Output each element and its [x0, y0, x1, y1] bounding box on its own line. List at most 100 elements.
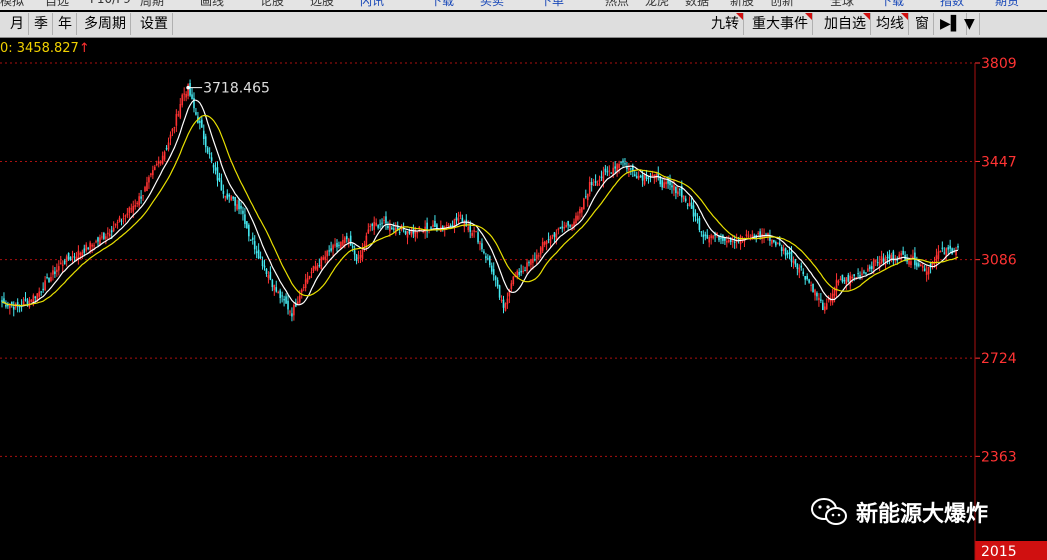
- candle-body: [902, 250, 904, 255]
- top-menu-item[interactable]: F10/F9: [90, 0, 131, 6]
- candle-body: [261, 260, 264, 267]
- top-menu-item[interactable]: 论股: [260, 0, 284, 9]
- candle-body: [812, 283, 814, 293]
- candle-body: [181, 94, 184, 106]
- settings-button[interactable]: 设置: [136, 13, 173, 35]
- candle-body: [675, 186, 677, 194]
- candle-body: [273, 285, 276, 291]
- candle-body: [298, 295, 301, 303]
- tab-month[interactable]: 月: [6, 13, 29, 35]
- candle-body: [126, 213, 129, 216]
- candle-body: [193, 97, 195, 109]
- candle-body: [506, 298, 509, 305]
- add-watchlist-button[interactable]: 加自选: [820, 13, 871, 35]
- top-menu-item[interactable]: 创新: [770, 0, 794, 9]
- top-menu-item[interactable]: 买卖: [480, 0, 504, 9]
- top-menu-item[interactable]: 数据: [685, 0, 709, 9]
- candle-body: [671, 185, 673, 188]
- candle-body: [537, 255, 540, 257]
- moving-average-button[interactable]: 均线: [872, 13, 909, 35]
- candle-body: [65, 256, 68, 262]
- candle-body: [365, 235, 368, 247]
- candle-body: [890, 255, 893, 259]
- candle-body: [130, 208, 133, 210]
- candle-body: [328, 250, 330, 252]
- candle-body: [89, 242, 91, 250]
- candle-body: [161, 155, 164, 164]
- candle-body: [637, 175, 640, 179]
- candle-body: [334, 244, 336, 246]
- candle-body: [639, 176, 642, 178]
- top-menu-item[interactable]: 选股: [310, 0, 334, 9]
- candle-body: [357, 257, 360, 259]
- candle-body: [628, 168, 630, 171]
- top-menu-item[interactable]: 全球: [830, 0, 854, 9]
- top-menu-item[interactable]: 新股: [730, 0, 754, 9]
- top-menu-item[interactable]: 下载: [880, 0, 904, 9]
- candle-body: [338, 244, 340, 246]
- candle-body: [800, 265, 803, 268]
- candle-body: [59, 262, 62, 265]
- candle-body: [416, 232, 419, 234]
- top-menu-item[interactable]: 画线: [200, 0, 224, 9]
- jiuzhuan-button[interactable]: 九转: [707, 13, 744, 35]
- candle-body: [923, 268, 926, 272]
- candle-body: [251, 237, 254, 240]
- candle-body: [792, 261, 795, 264]
- candle-body: [487, 258, 489, 260]
- candle-body: [878, 262, 881, 266]
- candle-body: [118, 217, 121, 222]
- candle-body: [445, 224, 448, 226]
- window-button[interactable]: 窗: [911, 13, 934, 35]
- tab-quarter[interactable]: 季: [30, 13, 53, 35]
- candle-body: [682, 195, 685, 200]
- top-menu-item[interactable]: 自选: [45, 0, 69, 9]
- candle-body: [218, 178, 221, 181]
- candle-body: [704, 234, 707, 236]
- candle-body: [46, 277, 48, 279]
- top-menu-item[interactable]: 模拟: [0, 0, 24, 9]
- candle-body: [389, 224, 391, 232]
- candle-body: [275, 287, 278, 292]
- candle-body: [510, 283, 513, 290]
- candle-body: [459, 214, 462, 217]
- top-menu-item[interactable]: 指数: [940, 0, 964, 9]
- candle-body: [545, 240, 548, 245]
- candle-body: [291, 313, 293, 317]
- candle-body: [56, 269, 58, 272]
- tab-multi-period[interactable]: 多周期: [80, 13, 131, 35]
- candle-body: [226, 193, 229, 199]
- candle-body: [359, 254, 362, 258]
- candle-body: [726, 241, 728, 243]
- candle-body: [943, 252, 946, 254]
- top-menu-item[interactable]: 下单: [540, 0, 564, 9]
- candle-body: [630, 168, 632, 170]
- dropdown-icon[interactable]: ▼: [960, 13, 980, 35]
- major-events-button[interactable]: 重大事件: [748, 13, 813, 35]
- candle-body: [249, 239, 252, 241]
- candle-body: [847, 274, 850, 282]
- candle-body: [257, 249, 260, 259]
- kline-chart[interactable]: 38093447308627242363201520153718.465: [0, 37, 1047, 560]
- candle-body: [316, 265, 319, 271]
- candle-body: [83, 248, 86, 253]
- candle-body: [369, 225, 372, 228]
- top-menu-item[interactable]: 期货: [995, 0, 1019, 9]
- candle-body: [101, 236, 103, 238]
- candle-body: [500, 299, 503, 301]
- tab-year[interactable]: 年: [54, 13, 77, 35]
- candle-body: [242, 210, 244, 214]
- top-menu-item[interactable]: 闪讯: [360, 0, 384, 9]
- candle-body: [385, 216, 387, 224]
- top-menu-item[interactable]: 龙虎: [645, 0, 669, 9]
- top-menu-item[interactable]: 热点: [605, 0, 629, 9]
- candle-body: [18, 306, 21, 308]
- top-menu-item[interactable]: 下载: [430, 0, 454, 9]
- top-menu-item[interactable]: 周期: [140, 0, 164, 9]
- candle-body: [871, 266, 873, 269]
- candle-body: [281, 295, 283, 297]
- candle-body: [244, 214, 246, 225]
- candle-body: [210, 157, 213, 161]
- candle-body: [106, 232, 109, 235]
- candle-body: [146, 182, 148, 191]
